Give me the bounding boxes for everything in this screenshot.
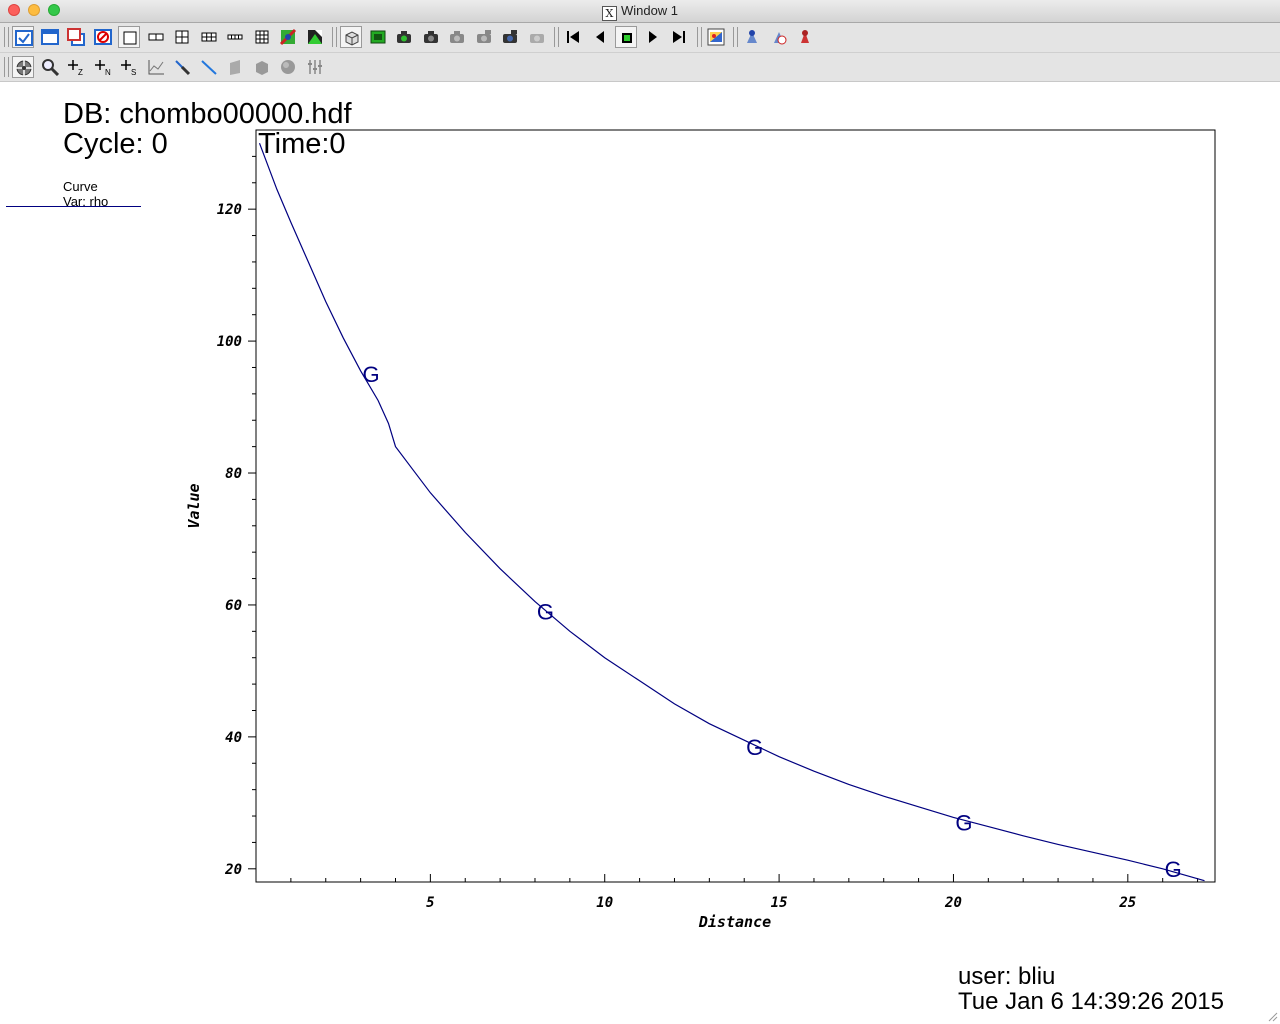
legend-title: Curve	[63, 179, 98, 194]
y-tick-label: 60	[225, 598, 242, 614]
y-tick-label: 80	[225, 466, 242, 482]
plot-ticks: 5 10 15 20 25 20 40 60 80 100 120	[217, 155, 1199, 911]
plot-axes	[255, 129, 1216, 883]
y-tick-label: 100	[217, 334, 242, 350]
curve-marker: G	[363, 362, 380, 387]
x-tick-label: 15	[771, 895, 788, 911]
x-tick-label: 25	[1118, 895, 1136, 911]
x-tick-label: 10	[596, 895, 613, 911]
x-tick-label: 20	[944, 895, 962, 911]
user-label: user: bliu	[958, 963, 1056, 990]
y-tick-label: 40	[225, 730, 242, 746]
time-label: Time:0	[258, 128, 346, 160]
curve-series-line	[258, 142, 1205, 882]
curve-plot: 5 10 15 20 25 20 40 60 80 100 120 G G G G G Distance V…	[185, 129, 1216, 931]
x-axis-title: Distance	[698, 913, 771, 931]
y-tick-label: 20	[224, 862, 242, 878]
curve-marker: G	[955, 811, 972, 836]
legend-line-sample	[6, 206, 141, 207]
curve-markers: G G G G G	[363, 362, 1182, 882]
cycle-label: Cycle: 0	[63, 128, 168, 160]
x-tick-label: 5	[426, 895, 434, 911]
resize-grip-icon[interactable]	[1266, 1010, 1278, 1022]
y-axis-title: Value	[185, 483, 203, 528]
plot-frame	[255, 129, 1216, 883]
y-tick-label: 120	[217, 202, 242, 218]
curve-marker: G	[1165, 857, 1182, 882]
database-label: DB: chombo00000.hdf	[63, 98, 352, 130]
curve-marker: G	[537, 600, 554, 625]
date-label: Tue Jan 6 14:39:26 2015	[958, 988, 1224, 1015]
curve-marker: G	[746, 735, 763, 760]
